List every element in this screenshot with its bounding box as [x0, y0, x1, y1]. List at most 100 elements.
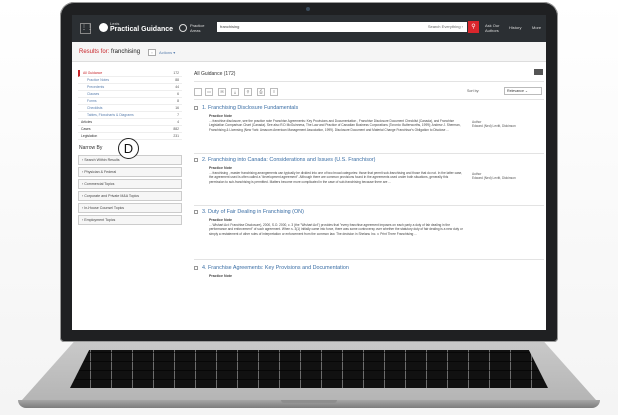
result-item: 2. Franchising into Canada: Consideratio… — [194, 157, 544, 203]
result-checkbox[interactable] — [194, 158, 198, 162]
filter-employment-topics[interactable]: › Employment Topics — [78, 215, 182, 225]
results-label: Results for: — [79, 49, 110, 55]
results-heading: Results for: franchising — [79, 49, 140, 55]
pin-icon[interactable]: ⚲ — [244, 88, 252, 96]
result-title[interactable]: 3. Duty of Fair Dealing in Franchising (… — [202, 209, 304, 215]
result-checkbox[interactable] — [194, 106, 198, 110]
more-link[interactable]: More — [532, 25, 541, 30]
sidebar-item-checklists[interactable]: Checklists 16 — [78, 105, 182, 112]
result-type: Practice Note — [209, 166, 232, 170]
sidebar-item-label: Checklists — [87, 106, 103, 110]
webcam — [306, 7, 310, 11]
sidebar-item-precedents[interactable]: Precedents 44 — [78, 84, 182, 91]
sidebar-item-count: 231 — [173, 134, 179, 138]
search-icon: ⚲ — [471, 24, 476, 30]
history-link[interactable]: History — [509, 25, 521, 30]
sidebar-item-articles[interactable]: Articles 4 — [78, 119, 182, 126]
app-header: ⋮⋮ Lexis Practical Guidance Practice Are… — [72, 15, 546, 42]
sidebar-item-label: Precedents — [87, 85, 105, 89]
sidebar-item-all-guidance[interactable]: All Guidance 172 — [78, 70, 182, 77]
print-icon[interactable]: ⎙ — [257, 88, 265, 96]
results-bar: Results for: franchising ▫ Actions ▾ — [72, 42, 546, 62]
sidebar-item-label: Legislation — [81, 134, 98, 138]
filter-physician-federal[interactable]: › Physician & Federal — [78, 167, 182, 177]
result-title[interactable]: 4. Franchise Agreements: Key Provisions … — [202, 265, 349, 271]
sidebar-item-forms[interactable]: Forms 8 — [78, 98, 182, 105]
sidebar-item-label: Articles — [81, 120, 93, 124]
divider — [194, 153, 544, 154]
sidebar-item-tables[interactable]: Tables, Flowcharts & Diagrams 7 — [78, 112, 182, 119]
edit-search-icon[interactable]: ▫ — [148, 49, 156, 56]
logo-product[interactable]: Practical Guidance — [110, 26, 173, 33]
result-type: Practice Note — [209, 114, 232, 118]
laptop-photo: ⋮⋮ Lexis Practical Guidance Practice Are… — [0, 0, 618, 415]
laptop-notch — [281, 400, 337, 403]
result-item: 1. Franchising Disclosure Fundamentals P… — [194, 105, 544, 151]
sidebar-item-count: 88 — [175, 78, 179, 82]
sidebar-item-count: 172 — [173, 71, 179, 75]
sidebar-item-count: 6 — [177, 92, 179, 96]
narrow-by-heading: Narrow By D — [78, 138, 182, 159]
lexis-logo-icon — [99, 23, 108, 32]
result-author: Author Edward (Ned) Levitt, Dickinson — [472, 120, 516, 129]
result-title[interactable]: 2. Franchising into Canada: Consideratio… — [202, 157, 375, 163]
result-checkbox[interactable] — [194, 266, 198, 270]
result-snippet: ... Wishart Act: Franchise Disclosure), … — [209, 223, 463, 236]
result-snippet: ... franchise disclosure, see the practi… — [209, 119, 461, 132]
sidebar-item-count: 882 — [173, 127, 179, 131]
filter-in-house-counsel[interactable]: › In-House Counsel Topics — [78, 203, 182, 213]
result-type: Practice Note — [209, 274, 232, 278]
sidebar-item-label: Forms — [87, 99, 97, 103]
sidebar-item-label: Tables, Flowcharts & Diagrams — [87, 113, 134, 117]
page-title: All Guidance (172) — [194, 71, 236, 77]
folder-icon[interactable]: ▭ — [205, 88, 213, 96]
view-toggle-icon[interactable] — [534, 69, 543, 75]
result-checkbox[interactable] — [194, 210, 198, 214]
result-item: 4. Franchise Agreements: Key Provisions … — [194, 265, 544, 285]
grid-icon[interactable]: ⋮⋮ — [80, 23, 93, 34]
sidebar-item-count: 16 — [175, 106, 179, 110]
result-author: Author Edward (Ned) Levitt, Dickinson — [472, 172, 516, 181]
filter-corporate-ma[interactable]: › Corporate and Private M&A Topics — [78, 191, 182, 201]
sidebar-item-count: 7 — [177, 113, 179, 117]
practice-areas-icon[interactable] — [179, 24, 187, 32]
divider — [194, 205, 544, 206]
divider — [194, 99, 544, 100]
result-snippet: ... franchising , master franchising arr… — [209, 171, 463, 184]
actions-menu[interactable]: Actions ▾ — [159, 50, 175, 55]
divider — [194, 259, 544, 260]
sidebar-item-label: Cases — [81, 127, 91, 131]
sidebar-item-practice-notes[interactable]: Practice Notes 88 — [78, 77, 182, 84]
search-button[interactable]: ⚲ — [468, 21, 479, 33]
sidebar-item-clauses[interactable]: Clauses 6 — [78, 91, 182, 98]
search-scope-dropdown[interactable]: Search Everything › — [428, 24, 463, 29]
sidebar-item-count: 44 — [175, 85, 179, 89]
list-icon[interactable]: ≡ — [270, 88, 278, 96]
sort-dropdown[interactable]: Relevance ⌄ — [504, 87, 542, 95]
ask-our-authors-link[interactable]: Ask Our Authors — [485, 23, 505, 33]
laptop-screen: ⋮⋮ Lexis Practical Guidance Practice Are… — [72, 15, 546, 330]
laptop-base — [0, 342, 618, 415]
practice-areas-link[interactable]: Practice Areas — [190, 23, 212, 33]
filter-commercial-topics[interactable]: › Commercial Topics — [78, 179, 182, 189]
checkbox-icon[interactable] — [194, 88, 202, 96]
result-item: 3. Duty of Fair Dealing in Franchising (… — [194, 209, 544, 255]
search-value: franchising — [220, 24, 240, 29]
sidebar-item-label: Clauses — [87, 92, 100, 96]
callout-badge: D — [118, 138, 139, 159]
download-icon[interactable]: ⤓ — [231, 88, 239, 96]
result-type: Practice Note — [209, 218, 232, 222]
result-title[interactable]: 1. Franchising Disclosure Fundamentals — [202, 105, 298, 111]
sidebar-item-count: 8 — [177, 99, 179, 103]
sidebar-item-cases[interactable]: Cases 882 — [78, 126, 182, 133]
sidebar: All Guidance 172 Practice Notes 88 Precede… — [78, 70, 182, 225]
sort-label: Sort by: — [467, 89, 480, 93]
divider — [194, 81, 544, 82]
sidebar-item-label: All Guidance — [83, 71, 103, 75]
sidebar-item-label: Practice Notes — [87, 78, 110, 82]
sidebar-item-count: 4 — [177, 120, 179, 124]
search-input[interactable]: franchising Search Everything › — [217, 22, 467, 32]
email-icon[interactable]: ✉ — [218, 88, 226, 96]
results-term: franchising — [111, 49, 141, 55]
keyboard — [70, 350, 548, 388]
